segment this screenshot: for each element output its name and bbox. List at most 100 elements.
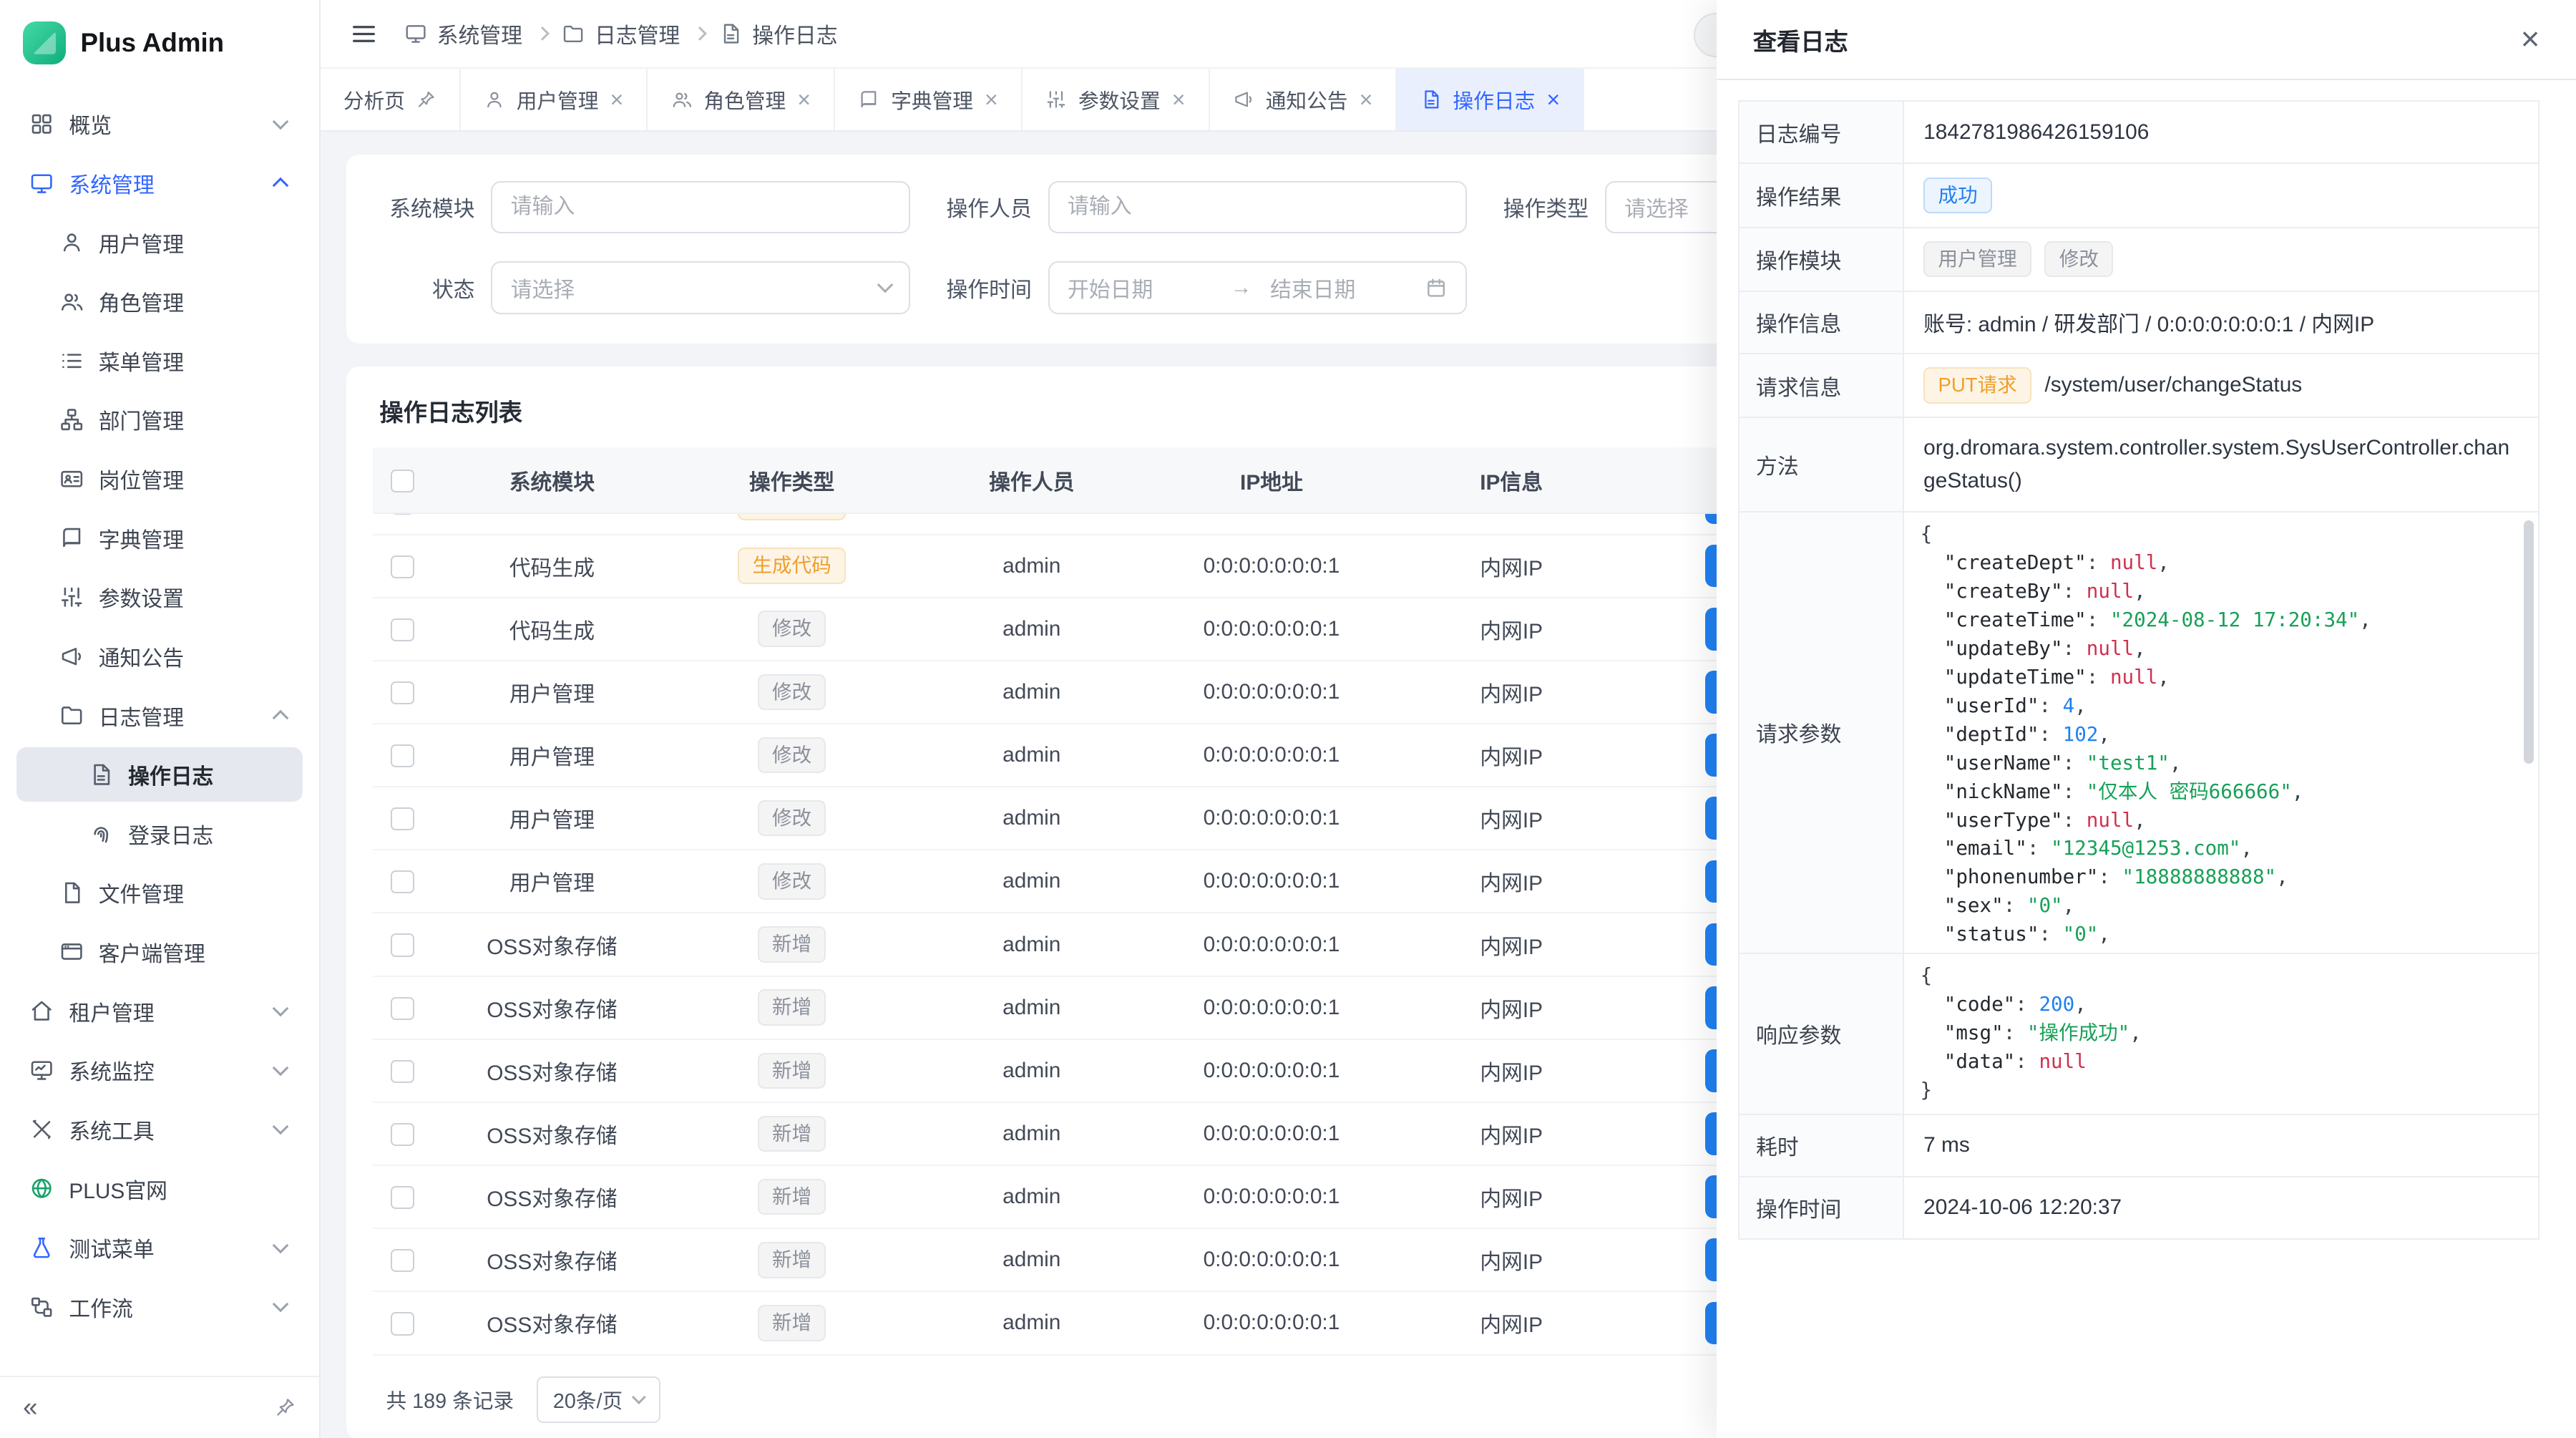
tab[interactable]: 分析页 <box>321 69 461 130</box>
sidebar-item[interactable]: 操作日志 <box>16 747 303 802</box>
sidebar-item[interactable]: 测试菜单 <box>16 1220 303 1275</box>
cell-module: 代码生成 <box>432 535 672 598</box>
tab-label: 参数设置 <box>1078 85 1161 115</box>
row-checkbox[interactable] <box>391 744 414 767</box>
sidebar-item[interactable]: 日志管理 <box>16 689 303 743</box>
app-root: Plus Admin 概览 系统管理 用户管理 <box>0 0 2576 1438</box>
field-label: 操作信息 <box>1739 291 1903 354</box>
list-icon <box>59 349 84 373</box>
sidebar-item[interactable]: 用户管理 <box>16 215 303 270</box>
sidebar-item[interactable]: 角色管理 <box>16 274 303 329</box>
arrow-right-icon <box>1222 276 1260 300</box>
sidebar-item[interactable]: 字典管理 <box>16 511 303 565</box>
sidebar-item-label: 菜单管理 <box>99 345 290 376</box>
cell-op-type: 新增 <box>672 913 912 976</box>
cell-module: OSS对象存储 <box>432 976 672 1039</box>
scrollbar-thumb[interactable] <box>2524 520 2534 764</box>
tab[interactable]: 角色管理 <box>648 69 835 130</box>
select-all-checkbox[interactable] <box>391 470 414 492</box>
row-checkbox[interactable] <box>391 555 414 578</box>
table-body-viewport: 代码生成 生成代码 admin 0:0:0:0:0:0:0:1 内网IP <box>373 514 1871 1356</box>
row-checkbox[interactable] <box>391 514 414 515</box>
sidebar-item[interactable]: 菜单管理 <box>16 334 303 388</box>
operator-input[interactable] <box>1048 181 1467 233</box>
sidebar-item[interactable]: 客户端管理 <box>16 925 303 979</box>
row-checkbox[interactable] <box>391 1186 414 1209</box>
status-select[interactable]: 请选择 <box>491 261 909 314</box>
row-checkbox[interactable] <box>391 807 414 830</box>
sidebar-item[interactable]: 系统工具 <box>16 1102 303 1157</box>
chevron-icon <box>272 178 288 194</box>
op-type-badge: 新增 <box>758 1053 826 1089</box>
hamburger-menu-icon[interactable] <box>350 20 378 48</box>
collapse-sidebar-icon[interactable] <box>23 1394 37 1421</box>
row-checkbox[interactable] <box>391 997 414 1020</box>
tab[interactable]: 通知公告 <box>1210 69 1397 130</box>
sidebar-item[interactable]: 文件管理 <box>16 866 303 920</box>
sidebar-item[interactable]: 租户管理 <box>16 984 303 1039</box>
sidebar-item[interactable]: 部门管理 <box>16 393 303 447</box>
table-row: 代码生成 生成代码 admin 0:0:0:0:0:0:0:1 内网IP <box>373 535 1871 598</box>
detail-row: 请求信息 PUT请求/system/user/changeStatus <box>1739 354 2539 417</box>
tab[interactable]: 操作日志 <box>1397 69 1584 130</box>
row-checkbox[interactable] <box>391 1249 414 1272</box>
date-range-picker[interactable]: 开始日期 结束日期 <box>1048 261 1467 314</box>
breadcrumb-item[interactable]: 日志管理 <box>562 18 680 49</box>
sidebar-nav: 概览 系统管理 用户管理 角色管理 <box>0 85 319 1375</box>
module-input[interactable] <box>491 181 909 233</box>
op-type-badge: 生成代码 <box>738 514 846 520</box>
breadcrumb-item[interactable]: 操作日志 <box>719 18 837 49</box>
cell-ip-info: 内网IP <box>1392 787 1631 850</box>
tab-close-icon[interactable] <box>1172 88 1186 111</box>
sidebar-item[interactable]: PLUS官网 <box>16 1162 303 1216</box>
cell-checkbox <box>373 850 432 913</box>
sidebar-item[interactable]: 工作流 <box>16 1280 303 1334</box>
close-icon[interactable] <box>2521 23 2540 56</box>
cell-ip-info: 内网IP <box>1392 535 1631 598</box>
cell-op-type: 修改 <box>672 850 912 913</box>
tab-close-icon[interactable] <box>1360 88 1373 111</box>
monitor-icon <box>404 22 427 45</box>
tab-close-icon[interactable] <box>1546 88 1560 111</box>
tab[interactable]: 参数设置 <box>1023 69 1210 130</box>
folder-icon <box>562 22 585 45</box>
sidebar-item[interactable]: 系统监控 <box>16 1043 303 1097</box>
tab[interactable]: 用户管理 <box>461 69 648 130</box>
cell-operator: admin <box>912 1165 1151 1228</box>
sidebar-item[interactable]: 参数设置 <box>16 570 303 624</box>
tab-close-icon[interactable] <box>610 88 624 111</box>
tab-close-icon[interactable] <box>985 88 998 111</box>
sidebar-item[interactable]: 系统管理 <box>16 156 303 210</box>
row-checkbox[interactable] <box>391 1060 414 1083</box>
sidebar-item[interactable]: 通知公告 <box>16 629 303 684</box>
page-size-select[interactable]: 20条/页 <box>537 1376 660 1422</box>
column-header: IP地址 <box>1151 447 1391 513</box>
tools-icon <box>29 1117 54 1142</box>
drawer-title: 查看日志 <box>1753 22 1848 57</box>
cell-operator: admin <box>912 913 1151 976</box>
detail-row: 方法 org.dromara.system.controller.system.… <box>1739 417 2539 511</box>
op-type-badge: 修改 <box>758 800 826 837</box>
row-checkbox[interactable] <box>391 618 414 641</box>
sidebar-item-label: PLUS官网 <box>69 1173 289 1205</box>
sidebar-item[interactable]: 岗位管理 <box>16 452 303 506</box>
breadcrumb-label: 日志管理 <box>595 18 680 49</box>
row-checkbox[interactable] <box>391 1123 414 1146</box>
row-checkbox[interactable] <box>391 1312 414 1335</box>
sidebar-item[interactable]: 登录日志 <box>16 807 303 861</box>
breadcrumb-item[interactable]: 系统管理 <box>404 18 522 49</box>
row-checkbox[interactable] <box>391 933 414 956</box>
pin-sidebar-icon[interactable] <box>275 1396 296 1418</box>
sidebar-item[interactable]: 概览 <box>16 97 303 151</box>
duration-value: 7 ms <box>1903 1114 2540 1177</box>
user-icon <box>59 230 84 254</box>
sidebar-item-label: 概览 <box>69 108 260 140</box>
tab-close-icon[interactable] <box>797 88 811 111</box>
cell-op-type: 新增 <box>672 1039 912 1102</box>
row-checkbox[interactable] <box>391 681 414 704</box>
row-checkbox[interactable] <box>391 870 414 893</box>
cell-ip: 0:0:0:0:0:0:0:1 <box>1151 976 1391 1039</box>
cell-ip-info: 内网IP <box>1392 1165 1631 1228</box>
cell-ip-info: 内网IP <box>1392 1102 1631 1165</box>
tab[interactable]: 字典管理 <box>835 69 1023 130</box>
